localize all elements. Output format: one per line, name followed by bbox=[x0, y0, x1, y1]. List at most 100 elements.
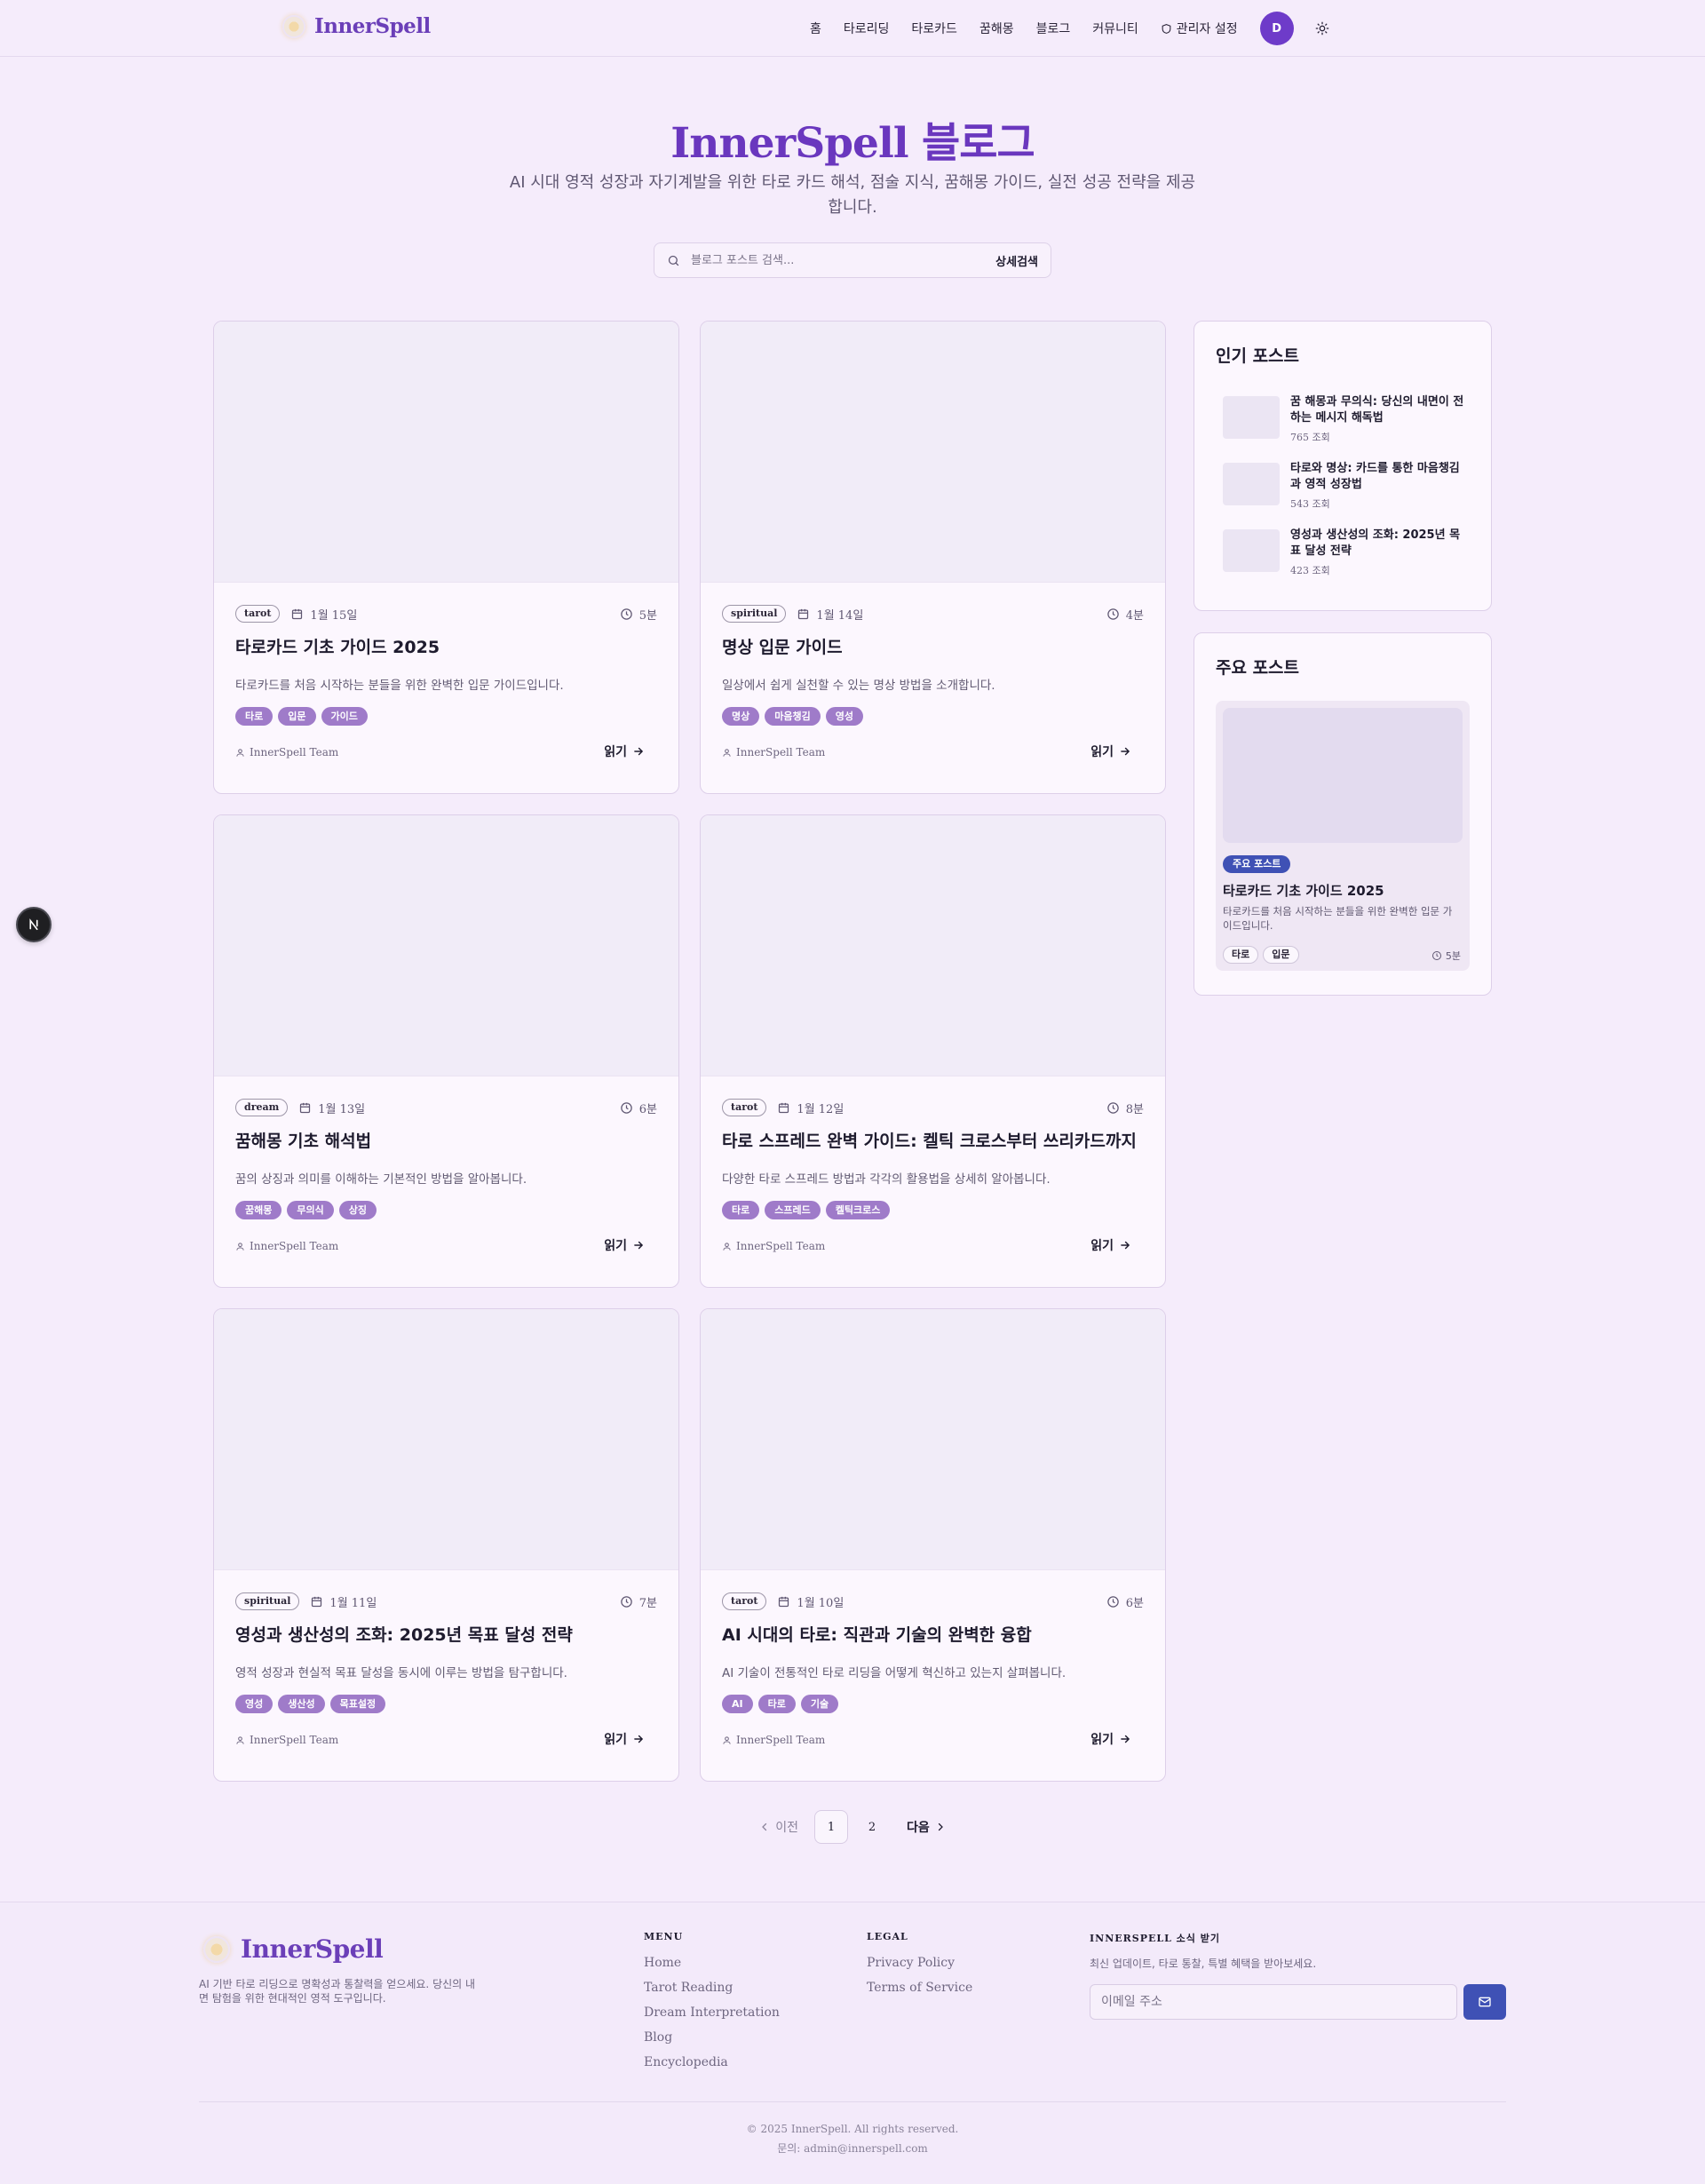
pagination-prev[interactable]: 이전 bbox=[759, 1818, 798, 1836]
post-date-label: 1월 12일 bbox=[797, 1102, 845, 1116]
post-read-time-label: 4분 bbox=[1125, 608, 1144, 623]
site-footer: InnerSpell AI 기반 타로 리딩으로 명확성과 통찰력을 얻으세요.… bbox=[0, 1902, 1705, 2184]
post-card[interactable]: dream 1월 13일 6분 꿈해몽 기초 해석법 꿈의 상징과 의미를 이해… bbox=[213, 814, 679, 1288]
footer-link-tarot-reading[interactable]: Tarot Reading bbox=[644, 1981, 733, 1995]
nav-home[interactable]: 홈 bbox=[810, 20, 821, 37]
post-tag[interactable]: 스프레드 bbox=[765, 1201, 821, 1219]
post-author: InnerSpell Team bbox=[235, 746, 338, 758]
featured-post-excerpt: 타로카드를 처음 시작하는 분들을 위한 완벽한 입문 가이드입니다. bbox=[1223, 905, 1453, 932]
nav-admin-label: 관리자 설정 bbox=[1176, 22, 1238, 36]
logo-mark-icon bbox=[282, 14, 305, 38]
newsletter-email-input[interactable] bbox=[1090, 1984, 1457, 2020]
footer-copyright: © 2025 InnerSpell. All rights reserved. bbox=[746, 2123, 959, 2135]
post-card[interactable]: tarot 1월 15일 5분 타로카드 기초 가이드 2025 타로카드를 처… bbox=[213, 321, 679, 794]
post-tag[interactable]: 켈틱크로스 bbox=[825, 1201, 891, 1219]
nav-admin-settings[interactable]: 관리자 설정 bbox=[1161, 20, 1238, 37]
post-tag[interactable]: 명상 bbox=[722, 707, 760, 726]
footer-link-home[interactable]: Home bbox=[644, 1956, 681, 1970]
post-tag[interactable]: 기술 bbox=[800, 1695, 839, 1713]
footer-contact[interactable]: 문의: admin@innerspell.com bbox=[0, 2140, 1705, 2156]
nav-tarot-cards[interactable]: 타로카드 bbox=[911, 20, 957, 37]
post-tag[interactable]: 영성 bbox=[235, 1695, 274, 1713]
read-button[interactable]: 읽기 bbox=[1090, 743, 1131, 760]
featured-tag[interactable]: 타로 bbox=[1223, 946, 1259, 964]
nav-dream[interactable]: 꿈해몽 bbox=[979, 20, 1014, 37]
post-title[interactable]: AI 시대의 타로: 직관과 기술의 완벽한 융합 bbox=[722, 1622, 1144, 1646]
post-tag[interactable]: 생산성 bbox=[278, 1695, 325, 1713]
calendar-icon bbox=[798, 608, 809, 619]
read-button[interactable]: 읽기 bbox=[1090, 1730, 1131, 1748]
post-meta: tarot 1월 15일 5분 bbox=[235, 604, 657, 623]
post-card[interactable]: tarot 1월 10일 6분 AI 시대의 타로: 직관과 기술의 완벽한 융… bbox=[700, 1308, 1166, 1782]
post-category[interactable]: spiritual bbox=[235, 1592, 300, 1610]
footer-link-encyclopedia[interactable]: Encyclopedia bbox=[644, 2055, 728, 2069]
popular-post-item[interactable]: 영성과 생산성의 조화: 2025년 목표 달성 전략 423 조회 bbox=[1223, 528, 1471, 583]
post-category[interactable]: tarot bbox=[722, 1099, 767, 1116]
post-image bbox=[701, 1309, 1165, 1570]
post-tag[interactable]: 가이드 bbox=[321, 707, 368, 726]
footer-link-dream-interpretation[interactable]: Dream Interpretation bbox=[644, 2005, 780, 2020]
post-tag[interactable]: 타로 bbox=[757, 1695, 796, 1713]
post-author: InnerSpell Team bbox=[722, 1734, 825, 1746]
post-tag[interactable]: 타로 bbox=[722, 1201, 760, 1219]
post-title[interactable]: 꿈해몽 기초 해석법 bbox=[235, 1128, 657, 1152]
clock-icon bbox=[1107, 1101, 1119, 1114]
footer-link-privacy[interactable]: Privacy Policy bbox=[867, 1956, 955, 1970]
read-button[interactable]: 읽기 bbox=[1090, 1236, 1131, 1254]
user-icon bbox=[236, 1242, 244, 1251]
search-input[interactable] bbox=[691, 253, 996, 267]
next-devtools-button[interactable] bbox=[16, 907, 52, 942]
nav-blog[interactable]: 블로그 bbox=[1036, 20, 1071, 37]
post-tag[interactable]: 무의식 bbox=[287, 1201, 334, 1219]
post-tag[interactable]: 상징 bbox=[338, 1201, 377, 1219]
popular-post-item[interactable]: 타로와 명상: 카드를 통한 마음챙김과 영적 성장법 543 조회 bbox=[1223, 462, 1471, 516]
post-tag[interactable]: 마음챙김 bbox=[765, 707, 821, 726]
advanced-search-button[interactable]: 상세검색 bbox=[995, 252, 1038, 269]
calendar-icon bbox=[300, 1102, 311, 1113]
post-category[interactable]: tarot bbox=[722, 1592, 767, 1610]
post-card[interactable]: tarot 1월 12일 8분 타로 스프레드 완벽 가이드: 켈틱 크로스부터… bbox=[700, 814, 1166, 1288]
post-read-time: 7분 bbox=[620, 1593, 657, 1610]
pagination-page-1[interactable]: 1 bbox=[814, 1810, 848, 1844]
post-tag[interactable]: 입문 bbox=[278, 707, 316, 726]
post-card[interactable]: spiritual 1월 11일 7분 영성과 생산성의 조화: 2025년 목… bbox=[213, 1308, 679, 1782]
footer-logo[interactable]: InnerSpell bbox=[203, 1934, 384, 1964]
user-avatar[interactable]: D bbox=[1259, 12, 1294, 45]
footer-link-blog[interactable]: Blog bbox=[644, 2030, 672, 2045]
theme-toggle[interactable] bbox=[1315, 21, 1329, 36]
post-category[interactable]: dream bbox=[235, 1099, 289, 1116]
post-card[interactable]: spiritual 1월 14일 4분 명상 입문 가이드 일상에서 쉽게 실천… bbox=[700, 321, 1166, 794]
post-tag[interactable]: 타로 bbox=[235, 707, 274, 726]
post-tag[interactable]: AI bbox=[722, 1695, 753, 1713]
popular-post-item[interactable]: 꿈 해몽과 무의식: 당신의 내면이 전하는 메시지 해독법 765 조회 bbox=[1223, 395, 1471, 449]
nav-community[interactable]: 커뮤니티 bbox=[1092, 20, 1138, 37]
featured-post-card[interactable]: 주요 포스트 타로카드 기초 가이드 2025 타로카드를 처음 시작하는 분들… bbox=[1216, 701, 1470, 971]
post-tag[interactable]: 목표설정 bbox=[329, 1695, 386, 1713]
nav-tarot-reading[interactable]: 타로리딩 bbox=[844, 20, 890, 37]
post-tags: 명상 마음챙김 영성 bbox=[722, 707, 863, 726]
post-category[interactable]: tarot bbox=[235, 605, 281, 623]
read-button-label: 읽기 bbox=[604, 1733, 627, 1747]
post-tag[interactable]: 꿈해몽 bbox=[235, 1201, 282, 1219]
featured-tag[interactable]: 입문 bbox=[1263, 946, 1299, 964]
pagination-next[interactable]: 다음 bbox=[907, 1818, 946, 1836]
post-author: InnerSpell Team bbox=[722, 1240, 825, 1252]
pagination-page-2[interactable]: 2 bbox=[855, 1810, 889, 1844]
post-category[interactable]: spiritual bbox=[722, 605, 787, 623]
read-button[interactable]: 읽기 bbox=[604, 1236, 645, 1254]
newsletter-submit-button[interactable] bbox=[1463, 1984, 1506, 2020]
site-logo[interactable]: InnerSpell bbox=[282, 14, 431, 38]
post-author-name: InnerSpell Team bbox=[736, 746, 826, 758]
calendar-icon bbox=[779, 1102, 789, 1113]
post-title[interactable]: 명상 입문 가이드 bbox=[722, 634, 1144, 658]
post-title[interactable]: 영성과 생산성의 조화: 2025년 목표 달성 전략 bbox=[235, 1622, 657, 1646]
read-button[interactable]: 읽기 bbox=[604, 1730, 645, 1748]
post-tag[interactable]: 영성 bbox=[825, 707, 863, 726]
popular-post-title: 타로와 명상: 카드를 통한 마음챙김과 영적 성장법 bbox=[1290, 462, 1460, 491]
featured-post-image bbox=[1223, 708, 1463, 843]
post-title[interactable]: 타로카드 기초 가이드 2025 bbox=[235, 634, 657, 658]
post-title[interactable]: 타로 스프레드 완벽 가이드: 켈틱 크로스부터 쓰리카드까지 bbox=[722, 1128, 1144, 1152]
footer-link-terms[interactable]: Terms of Service bbox=[867, 1981, 972, 1995]
post-date-label: 1월 14일 bbox=[816, 608, 864, 623]
read-button[interactable]: 읽기 bbox=[604, 743, 645, 760]
